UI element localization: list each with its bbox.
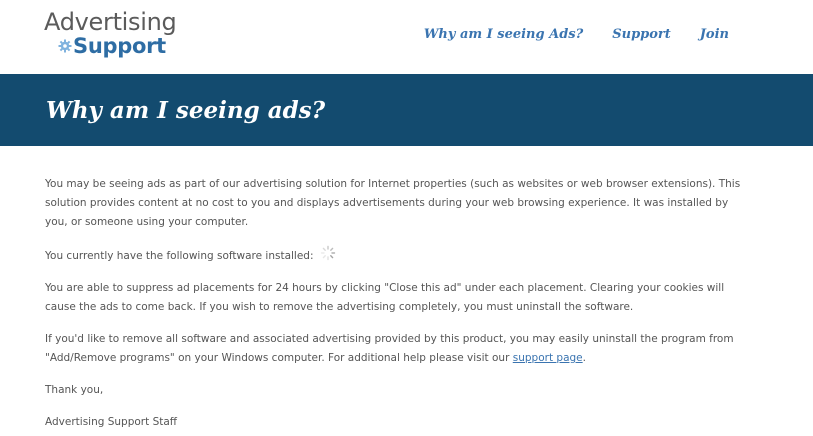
loading-spinner-icon	[320, 245, 336, 261]
thank-you-text: Thank you,	[45, 384, 104, 396]
nav-link-support[interactable]: Support	[612, 27, 671, 43]
logo-text-support: Support	[73, 34, 166, 58]
nav-link-join[interactable]: Join	[700, 27, 729, 43]
uninstall-text-end: .	[582, 352, 586, 364]
support-page-link[interactable]: support page	[513, 352, 583, 364]
installed-software-paragraph: You currently have the following softwar…	[45, 245, 745, 266]
suppress-ads-paragraph: You are able to suppress ad placements f…	[45, 282, 725, 313]
main-nav: Why am I seeing Ads? Support Join	[424, 27, 729, 43]
site-logo[interactable]: Advertising Support	[44, 9, 184, 61]
signature-text: Advertising Support Staff	[45, 416, 178, 428]
logo-text-advertising: Advertising	[44, 8, 177, 36]
intro-paragraph: You may be seeing ads as part of our adv…	[45, 178, 741, 228]
nav-link-why-ads[interactable]: Why am I seeing Ads?	[424, 27, 583, 43]
uninstall-paragraph: If you'd like to remove all software and…	[45, 330, 745, 368]
site-header: Advertising Support Why am I seeing Ads?…	[0, 0, 813, 74]
uninstall-text: If you'd like to remove all software and…	[45, 333, 734, 364]
installed-software-text: You currently have the following softwar…	[45, 250, 314, 262]
page-banner: Why am I seeing ads?	[0, 74, 813, 146]
page-title: Why am I seeing ads?	[46, 97, 326, 124]
gear-icon	[58, 39, 72, 53]
main-content: You may be seeing ads as part of our adv…	[45, 175, 745, 436]
